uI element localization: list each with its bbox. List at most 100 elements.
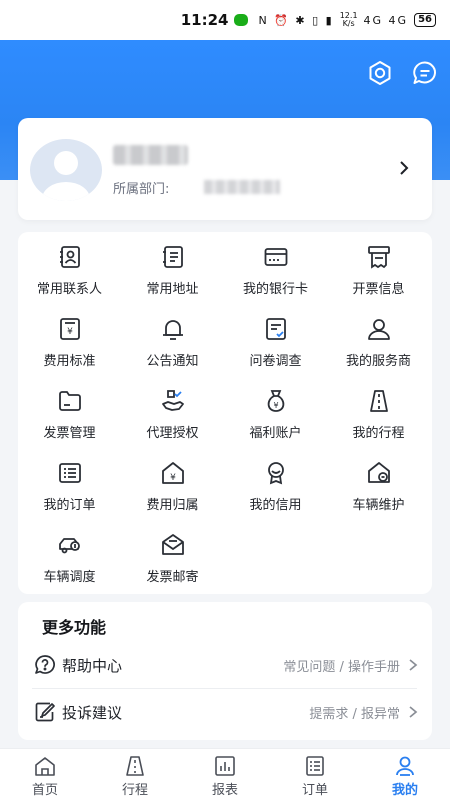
grid-item-invoice-mail[interactable]: 发票邮寄 [121,525,224,589]
grid-item-survey[interactable]: 问卷调查 [224,309,327,373]
nav-tab-trips[interactable]: 行程 [90,749,180,800]
nav-tab-label: 我的 [391,783,418,798]
grid-item-bank-card[interactable]: 我的银行卡 [224,237,327,301]
svg-text:¥: ¥ [273,401,278,410]
nav-tab-orders[interactable]: 订单 [270,749,360,800]
road-icon [126,756,144,776]
function-grid: 常用联系人 常用地址 我的银行卡 开票信息 ¥ 费用标准 公告通知 问卷调查 我… [18,232,432,594]
feedback-label: 投诉建议 [62,703,123,722]
dept-label: 所属部门: [113,182,170,197]
more-features-title: 更多功能 [42,618,107,637]
expense-home-icon: ¥ [161,462,184,484]
nav-tab-label: 首页 [31,783,58,798]
vehicle-dispatch-icon [58,538,80,554]
dept-value-redacted [204,180,280,194]
help-center-sub: 常见问题 / 操作手册 [283,659,400,675]
bank-card-icon [264,248,287,266]
nav-tab-home[interactable]: 首页 [0,749,90,800]
bottom-nav: 首页 行程 报表 订单 我的 [0,748,450,800]
grid-item-vehicle-maintenance[interactable]: 车辆维护 [327,453,430,517]
grid-item-expense-attribution[interactable]: ¥ 费用归属 [121,453,224,517]
road-icon [369,390,388,412]
bell-icon [162,320,183,340]
nav-tab-mine[interactable]: 我的 [360,749,450,800]
authorization-icon [161,390,184,411]
vehicle-maintenance-icon [367,462,390,483]
grid-item-label: 福利账户 [249,426,302,441]
feedback-icon [35,702,55,722]
help-center-row[interactable]: 帮助中心 常见问题 / 操作手册 [34,643,418,687]
grid-item-address[interactable]: 常用地址 [121,237,224,301]
grid-item-label: 车辆维护 [352,498,405,513]
grid-item-label: 我的行程 [352,426,405,441]
status-time: 11:24 [180,11,229,29]
grid-item-announcement[interactable]: 公告通知 [121,309,224,373]
nav-tab-reports[interactable]: 报表 [180,749,270,800]
grid-item-label: 我的服务商 [345,354,411,369]
chart-icon [215,756,235,776]
grid-item-label: 代理授权 [146,426,199,441]
contacts-icon [59,246,80,268]
avatar [30,139,102,201]
folder-icon [58,391,81,411]
svg-text:¥: ¥ [170,473,176,483]
grid-item-my-orders[interactable]: 我的订单 [18,453,121,517]
grid-item-authorization[interactable]: 代理授权 [121,381,224,445]
gear-icon[interactable] [365,58,395,88]
nav-tab-label: 报表 [211,783,238,798]
chevron-right-icon [409,706,418,718]
grid-item-label: 发票管理 [43,426,96,441]
grid-item-label: 问卷调查 [249,354,302,369]
nav-tab-label: 行程 [121,783,148,798]
grid-item-expense-standard[interactable]: ¥ 费用标准 [18,309,121,373]
grid-item-label: 常用联系人 [36,282,102,297]
grid-item-label: 我的银行卡 [242,282,308,297]
grid-item-my-trips[interactable]: 我的行程 [327,381,430,445]
help-icon [35,655,55,674]
grid-item-my-credit[interactable]: 我的信用 [224,453,327,517]
invoice-info-icon [367,246,390,269]
svg-text:¥: ¥ [67,327,73,337]
money-bag-icon: ¥ [267,390,284,412]
battery-icon: 56 [414,13,436,27]
grid-item-invoice-management[interactable]: 发票管理 [18,381,121,445]
grid-item-label: 车辆调度 [43,570,96,585]
status-icons: N ⏰ ✱ ▯ ▮ [258,13,334,27]
message-icon[interactable] [410,58,440,88]
home-icon [35,757,55,776]
address-icon [162,246,183,268]
person-icon [396,756,414,776]
order-list-icon [58,463,81,483]
list-icon [306,756,324,776]
expense-standard-icon: ¥ [59,318,80,340]
survey-icon [265,318,286,340]
grid-item-label: 发票邮寄 [146,570,199,585]
grid-item-label: 费用归属 [146,498,199,513]
chevron-right-icon[interactable] [398,158,410,182]
grid-item-label: 开票信息 [352,282,405,297]
mail-icon [161,534,184,555]
grid-item-invoice-info[interactable]: 开票信息 [327,237,430,301]
grid-item-label: 常用地址 [146,282,199,297]
feedback-sub: 提需求 / 报异常 [309,706,400,722]
grid-item-label: 我的订单 [43,498,96,513]
chevron-right-icon [409,659,418,671]
feedback-row[interactable]: 投诉建议 提需求 / 报异常 [34,690,418,734]
signal-icons: 4G 4G [363,13,409,27]
grid-item-contacts[interactable]: 常用联系人 [18,237,121,301]
divider [32,688,417,689]
more-features-card: 更多功能 帮助中心 常见问题 / 操作手册 投诉建议 提需求 / 报异常 [18,602,432,740]
wechat-icon [234,14,249,26]
service-provider-icon [367,319,390,340]
grid-item-service-provider[interactable]: 我的服务商 [327,309,430,373]
help-center-label: 帮助中心 [62,656,123,675]
grid-item-label: 公告通知 [146,354,199,369]
credit-badge-icon [267,462,284,485]
user-name-redacted [113,145,188,165]
grid-item-vehicle-dispatch[interactable]: 车辆调度 [18,525,121,589]
grid-item-welfare-account[interactable]: ¥ 福利账户 [224,381,327,445]
nav-tab-label: 订单 [301,783,328,798]
profile-card[interactable]: 所属部门: [18,118,432,220]
grid-item-label: 我的信用 [249,498,302,513]
status-bar: 11:24 N ⏰ ✱ ▯ ▮ 12.1 K/s 4G 4G 56 [0,0,450,40]
